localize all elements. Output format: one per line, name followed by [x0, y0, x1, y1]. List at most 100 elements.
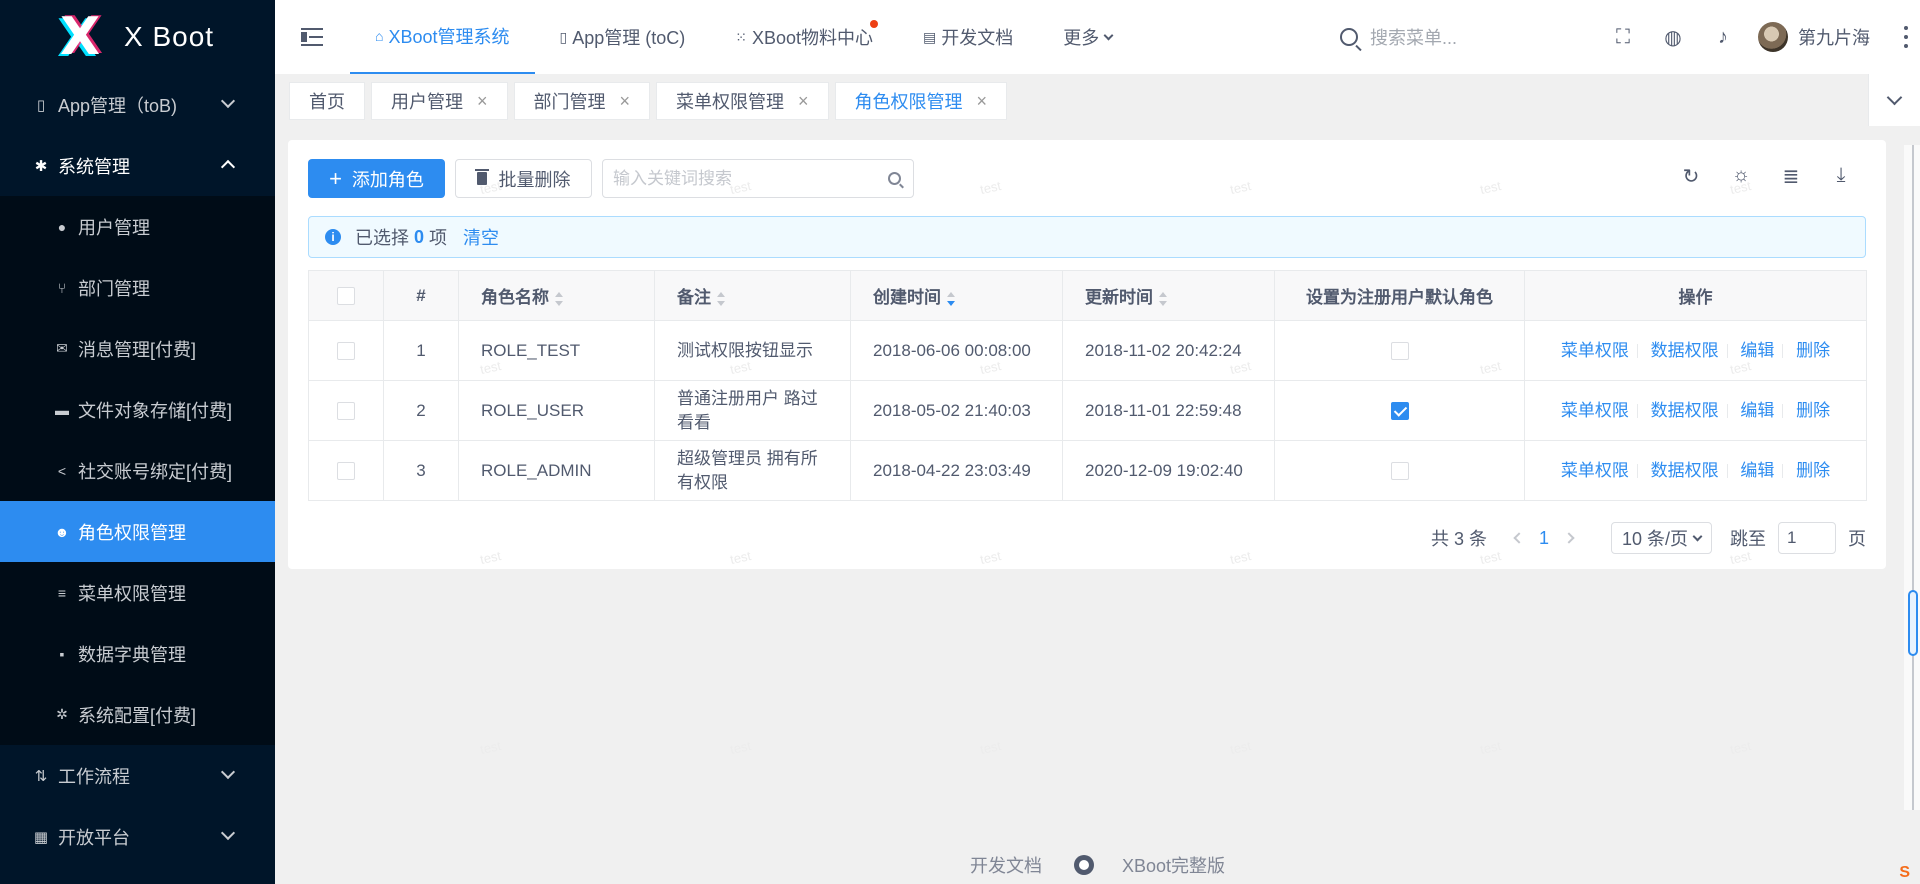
mobile-icon: ▯	[559, 28, 568, 45]
cell-name: ROLE_USER	[458, 380, 655, 441]
close-icon[interactable]: ×	[977, 91, 988, 112]
sidebar-item-label: 开放平台	[58, 827, 130, 848]
menu-perm-link[interactable]: 菜单权限	[1561, 341, 1629, 360]
sort-icon[interactable]	[717, 291, 725, 306]
pager-total: 共 3 条	[1430, 529, 1487, 549]
footer-full-version-link[interactable]: XBoot完整版	[1122, 852, 1225, 878]
menu-search[interactable]: 搜索菜单...	[1340, 24, 1457, 50]
close-icon[interactable]: ×	[477, 91, 488, 112]
watermark-text: test	[978, 737, 1003, 758]
sidebar-item-workflow[interactable]: ⇅ 工作流程	[0, 745, 275, 806]
menu-perm-link[interactable]: 菜单权限	[1561, 461, 1629, 480]
tab-users[interactable]: 用户管理 ×	[371, 82, 508, 120]
sidebar-item-departments[interactable]: ⑂ 部门管理	[0, 257, 275, 318]
tab-home[interactable]: 首页	[289, 82, 365, 120]
edit-link[interactable]: 编辑	[1740, 461, 1774, 480]
sort-icon[interactable]	[947, 291, 955, 306]
sidebar-item-users[interactable]: ● 用户管理	[0, 196, 275, 257]
sidebar-item-system-config[interactable]: ✲ 系统配置[付费]	[0, 684, 275, 745]
tab-menu-perms[interactable]: 菜单权限管理 ×	[656, 82, 829, 120]
header-remark[interactable]: 备注	[654, 270, 851, 321]
search-icon[interactable]	[888, 172, 901, 185]
footer-docs-link[interactable]: 开发文档	[970, 852, 1042, 878]
sidebar-item-label: 社交账号绑定[付费]	[78, 461, 233, 482]
table-header-row: # 角色名称 备注 创建时间 更新时间 设置为注册用户默认角色 操作	[308, 270, 1867, 321]
batch-delete-button[interactable]: 批量删除	[455, 159, 592, 198]
header-updated[interactable]: 更新时间	[1062, 270, 1275, 321]
delete-link[interactable]: 删除	[1796, 461, 1830, 480]
page-suffix: 页	[1848, 529, 1866, 549]
sidebar-item-roles[interactable]: ☻ 角色权限管理	[0, 501, 275, 562]
refresh-icon[interactable]: ↻	[1666, 164, 1716, 189]
info-icon: i	[325, 229, 341, 245]
tab-roles[interactable]: 角色权限管理 ×	[834, 82, 1008, 120]
add-role-button[interactable]: + 添加角色	[308, 159, 445, 198]
edit-link[interactable]: 编辑	[1740, 341, 1774, 360]
bell-icon[interactable]: ♪	[1698, 26, 1748, 49]
nav-more[interactable]: 更多	[1038, 0, 1137, 74]
default-role-checkbox[interactable]	[1390, 462, 1409, 481]
collapse-menu-icon[interactable]	[301, 28, 323, 46]
scrollbar-thumb[interactable]	[1908, 590, 1918, 656]
data-perm-link[interactable]: 数据权限	[1651, 401, 1719, 420]
sidebar-item-social-binding[interactable]: < 社交账号绑定[付费]	[0, 440, 275, 501]
jump-page-input[interactable]	[1778, 522, 1836, 554]
sort-icon[interactable]	[1159, 291, 1167, 306]
row-checkbox[interactable]	[337, 342, 355, 361]
tab-departments[interactable]: 部门管理 ×	[513, 82, 651, 120]
download-icon[interactable]: ⤓	[1816, 164, 1866, 189]
nav-materials[interactable]: ⁙ XBoot物料中心	[710, 0, 898, 74]
avatar[interactable]	[1758, 22, 1788, 52]
tab-label: 首页	[309, 92, 345, 112]
header-created[interactable]: 创建时间	[850, 270, 1063, 321]
sidebar-item-messages[interactable]: ✉ 消息管理[付费]	[0, 318, 275, 379]
select-all-checkbox[interactable]	[337, 287, 355, 306]
row-checkbox[interactable]	[337, 462, 355, 481]
sort-icon[interactable]	[555, 291, 563, 306]
tabs-dropdown-icon[interactable]	[1868, 74, 1920, 126]
columns-icon[interactable]: ≣	[1766, 164, 1816, 189]
header-name[interactable]: 角色名称	[458, 270, 655, 321]
delete-link[interactable]: 删除	[1796, 341, 1830, 360]
row-checkbox[interactable]	[337, 402, 355, 421]
cell-updated: 2018-11-02 20:42:24	[1062, 320, 1275, 381]
sidebar-item-dictionary[interactable]: ▪ 数据字典管理	[0, 623, 275, 684]
close-icon[interactable]: ×	[620, 91, 631, 112]
sidebar-item-file-storage[interactable]: ▬ 文件对象存储[付费]	[0, 379, 275, 440]
default-role-checkbox[interactable]	[1390, 342, 1409, 361]
more-vertical-icon[interactable]	[1904, 26, 1908, 48]
sidebar-item-label: 系统管理	[58, 156, 130, 177]
sidebar-item-menu-perms[interactable]: ≡ 菜单权限管理	[0, 562, 275, 623]
nav-xboot-admin[interactable]: ⌂ XBoot管理系统	[350, 0, 535, 74]
sidebar-item-open-platform[interactable]: ▦ 开放平台	[0, 806, 275, 867]
table-row: 2 ROLE_USER 普通注册用户 路过看看 2018-05-02 21:40…	[308, 380, 1867, 441]
data-perm-link[interactable]: 数据权限	[1651, 341, 1719, 360]
github-icon[interactable]	[1073, 855, 1094, 875]
default-role-checkbox[interactable]	[1390, 402, 1409, 421]
globe-icon[interactable]: ◍	[1648, 25, 1698, 50]
chevron-up-icon	[220, 159, 236, 175]
username[interactable]: 第九片海	[1798, 24, 1870, 50]
nav-docs[interactable]: ▤ 开发文档	[898, 0, 1038, 74]
edit-link[interactable]: 编辑	[1740, 401, 1774, 420]
delete-link[interactable]: 删除	[1796, 401, 1830, 420]
clear-selection-link[interactable]: 清空	[463, 224, 499, 250]
top-nav: ⌂ XBoot管理系统 ▯ App管理 (toC) ⁙ XBoot物料中心 ▤ …	[350, 0, 1137, 74]
prev-page-icon[interactable]	[1513, 532, 1525, 544]
bulb-icon[interactable]: ☼	[1716, 164, 1766, 189]
ime-icon: S	[1899, 864, 1910, 881]
sidebar-item-label: 文件对象存储[付费]	[78, 400, 233, 421]
data-perm-link[interactable]: 数据权限	[1651, 461, 1719, 480]
sidebar-item-app-tob[interactable]: ▯ App管理（toB)	[0, 74, 275, 135]
watermark-text: test	[1478, 737, 1503, 758]
page-size-select[interactable]: 10 条/页	[1610, 522, 1712, 554]
brand-logo[interactable]: X X X X Boot	[0, 0, 275, 74]
fullscreen-icon[interactable]: ⛶	[1598, 26, 1648, 49]
page-number[interactable]: 1	[1539, 528, 1549, 549]
close-icon[interactable]: ×	[798, 91, 809, 112]
next-page-icon[interactable]	[1563, 532, 1575, 544]
nav-app-toc[interactable]: ▯ App管理 (toC)	[535, 0, 711, 74]
keyword-search-input[interactable]	[602, 159, 914, 198]
menu-perm-link[interactable]: 菜单权限	[1561, 401, 1629, 420]
sidebar-item-system[interactable]: ✱ 系统管理	[0, 135, 275, 196]
